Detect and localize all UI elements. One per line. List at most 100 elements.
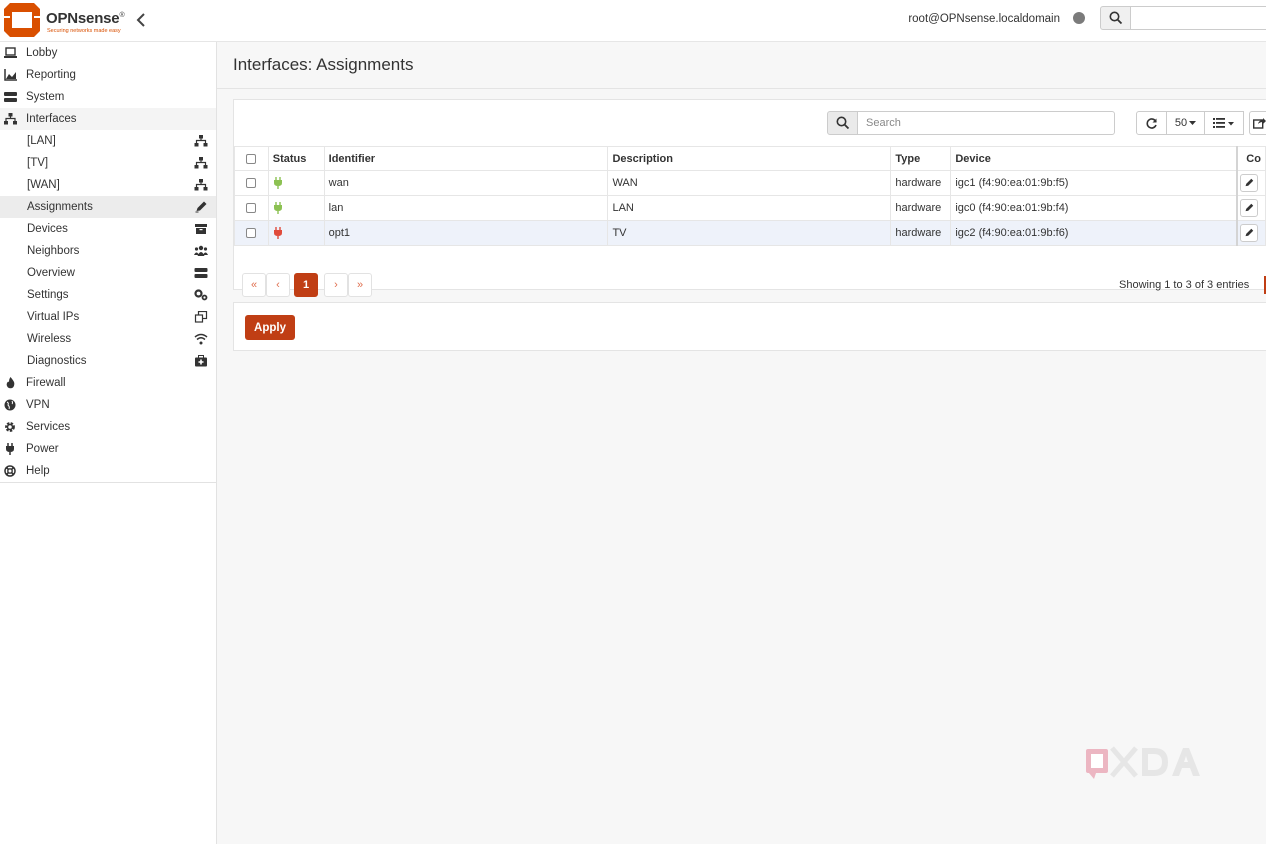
assignments-table: Status Identifier Description Type Devic… (234, 146, 1266, 246)
medkit-icon (195, 355, 207, 367)
refresh-button[interactable] (1136, 111, 1167, 135)
sidebar-item-label: Services (26, 421, 71, 433)
user-account[interactable]: root@OPNsense.localdomain (900, 13, 1060, 25)
table-row[interactable]: opt1 TV hardware igc2 (f4:90:ea:01:9b:f6… (234, 220, 1266, 246)
sidebar-item-neighbors[interactable]: Neighbors (0, 240, 216, 262)
first-page-button[interactable]: « (242, 273, 266, 297)
sidebar-item-label: Lobby (26, 47, 58, 59)
sitemap-icon (194, 157, 208, 169)
system-status-indicator[interactable] (1073, 12, 1085, 24)
sidebar-item-interfaces[interactable]: Interfaces (0, 108, 216, 130)
rows-per-page-value: 50 (1174, 117, 1188, 129)
export-button[interactable] (1249, 111, 1266, 135)
logo-text: OPNsense® (46, 10, 125, 27)
sidebar-item-label: [WAN] (27, 179, 60, 191)
sidebar-item-vpn[interactable]: VPN (0, 394, 216, 416)
last-page-button[interactable]: » (348, 273, 372, 297)
status-cell (267, 195, 325, 221)
column-header-description[interactable]: Description (607, 146, 892, 171)
page-title: Interfaces: Assignments (233, 55, 414, 74)
top-bar: OPNsense® Securing networks made easy ro… (0, 0, 1266, 42)
description-cell: LAN (607, 195, 892, 221)
tasks-icon (194, 268, 208, 278)
sidebar-item-system[interactable]: System (0, 86, 216, 108)
sidebar-item-label: Help (26, 465, 50, 477)
sidebar-item-settings[interactable]: Settings (0, 284, 216, 306)
table-row[interactable]: wan WAN hardware igc1 (f4:90:ea:01:9b:f5… (234, 170, 1266, 196)
sidebar-item-wireless[interactable]: Wireless (0, 328, 216, 350)
plug-up-icon (273, 177, 282, 190)
global-search-button[interactable] (1100, 6, 1131, 30)
sidebar-item-label: Firewall (26, 377, 66, 389)
grid-search-button[interactable] (827, 111, 858, 135)
sidebar-item-label: [TV] (27, 157, 49, 169)
apply-button[interactable]: Apply (245, 315, 295, 340)
search-icon (1109, 11, 1123, 25)
global-search-input[interactable] (1130, 6, 1266, 30)
fire-icon (6, 377, 15, 389)
column-header-device[interactable]: Device (950, 146, 1239, 171)
users-icon (194, 245, 208, 256)
sidebar-item-assignments[interactable]: Assignments (0, 196, 216, 218)
identifier-cell: opt1 (323, 220, 609, 246)
edit-button[interactable] (1240, 174, 1259, 192)
table-row[interactable]: lan LAN hardware igc0 (f4:90:ea:01:9b:f4… (234, 195, 1266, 221)
sitemap-icon (194, 179, 208, 191)
description-cell: TV (607, 220, 892, 246)
pencil-icon (195, 201, 207, 213)
sidebar-item-help[interactable]: Help (0, 460, 216, 482)
sidebar-item-label: System (26, 91, 65, 103)
sidebar-item-power[interactable]: Power (0, 438, 216, 460)
sidebar-item-wan[interactable]: [WAN] (0, 174, 216, 196)
main-content: Interfaces: Assignments 50 Status (217, 42, 1266, 844)
plug-icon (6, 443, 14, 455)
status-cell (267, 220, 325, 246)
edit-button[interactable] (1240, 224, 1259, 242)
column-header-commands[interactable]: Co (1236, 146, 1266, 171)
sidebar-item-label: Neighbors (27, 245, 80, 257)
pencil-icon (1245, 228, 1254, 237)
commands-cell (1236, 220, 1266, 246)
opnsense-logo-mark (4, 3, 40, 37)
pencil-icon (1245, 178, 1254, 187)
grid-search-input[interactable] (857, 111, 1115, 135)
sidebar-item-lan[interactable]: [LAN] (0, 130, 216, 152)
column-header-identifier[interactable]: Identifier (323, 146, 609, 171)
row-checkbox[interactable] (246, 178, 257, 189)
commands-cell (1236, 170, 1266, 196)
rows-per-page-dropdown[interactable]: 50 (1166, 111, 1205, 135)
sidebar-item-reporting[interactable]: Reporting (0, 64, 216, 86)
next-page-button[interactable]: › (324, 273, 348, 297)
column-selection-dropdown[interactable] (1204, 111, 1244, 135)
column-header-status[interactable]: Status (267, 146, 325, 171)
edit-button[interactable] (1240, 199, 1259, 217)
sidebar-item-services[interactable]: Services (0, 416, 216, 438)
collapse-sidebar-button[interactable] (134, 11, 148, 29)
sidebar-item-tv[interactable]: [TV] (0, 152, 216, 174)
sidebar-item-firewall[interactable]: Firewall (0, 372, 216, 394)
row-checkbox[interactable] (246, 228, 257, 239)
pagination-info: Showing 1 to 3 of 3 entries (1119, 279, 1250, 291)
assignments-grid-panel: 50 Status Identifier Description Type De… (233, 99, 1266, 297)
row-checkbox[interactable] (246, 203, 257, 214)
sidebar-item-lobby[interactable]: Lobby (0, 42, 216, 64)
sidebar-item-virtual-ips[interactable]: Virtual IPs (0, 306, 216, 328)
xda-watermark-logo (1086, 746, 1200, 779)
chevron-left-icon (136, 13, 145, 27)
sidebar-item-label: Virtual IPs (27, 311, 80, 323)
sidebar-item-overview[interactable]: Overview (0, 262, 216, 284)
opnsense-logo[interactable]: OPNsense® Securing networks made easy (4, 2, 128, 38)
sidebar-item-label: Settings (27, 289, 69, 301)
plug-up-icon (273, 202, 282, 215)
page-1-button[interactable]: 1 (294, 273, 318, 297)
cogs-icon (194, 289, 208, 301)
select-all-checkbox[interactable] (246, 153, 257, 164)
sidebar-item-diagnostics[interactable]: Diagnostics (0, 350, 216, 372)
list-icon (1213, 118, 1234, 128)
area-chart-icon (4, 69, 17, 81)
previous-page-button[interactable]: ‹ (266, 273, 290, 297)
search-icon (836, 116, 850, 130)
sidebar-item-devices[interactable]: Devices (0, 218, 216, 240)
row-select-cell (234, 170, 269, 196)
column-header-type[interactable]: Type (890, 146, 952, 171)
